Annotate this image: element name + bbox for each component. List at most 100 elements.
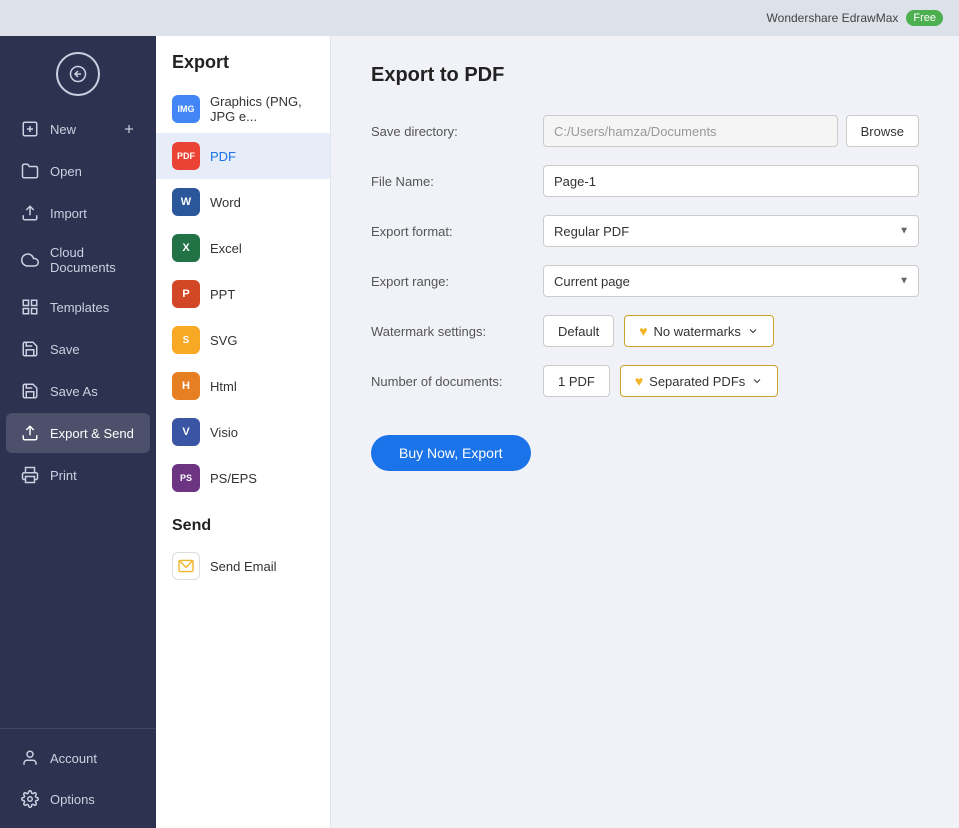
export-range-row: Export range: Current page All pages Sel…	[371, 265, 919, 297]
options-icon	[20, 789, 40, 809]
export-item-svg[interactable]: S SVG	[156, 317, 330, 363]
export-format-wrapper: Regular PDF PDF/A PDF/X	[543, 215, 919, 247]
export-format-select[interactable]: Regular PDF PDF/A PDF/X	[543, 215, 919, 247]
save-directory-input[interactable]	[543, 115, 838, 147]
export-item-html[interactable]: H Html	[156, 363, 330, 409]
pseps-icon: PS	[172, 464, 200, 492]
sidebar-item-save[interactable]: Save	[6, 329, 150, 369]
save-icon	[20, 339, 40, 359]
sidebar-item-templates[interactable]: Templates	[6, 287, 150, 327]
export-item-svg-label: SVG	[210, 333, 237, 348]
export-item-sendemail[interactable]: Send Email	[156, 543, 330, 589]
new-plus-icon	[122, 122, 136, 136]
visio-icon: V	[172, 418, 200, 446]
sidebar-item-options[interactable]: Options	[6, 779, 150, 819]
sidebar-bottom: Account Options	[0, 728, 156, 828]
export-range-select[interactable]: Current page All pages Selected pages	[543, 265, 919, 297]
sidebar-item-label-account: Account	[50, 751, 97, 766]
export-item-pseps[interactable]: PS PS/EPS	[156, 455, 330, 501]
export-item-ppt[interactable]: P PPT	[156, 271, 330, 317]
templates-icon	[20, 297, 40, 317]
sidebar-item-label-new: New	[50, 122, 76, 137]
sidebar-item-saveas[interactable]: Save As	[6, 371, 150, 411]
sidebar-item-export[interactable]: Export & Send	[6, 413, 150, 453]
app-title: Wondershare EdrawMax	[767, 11, 899, 25]
export-item-pdf[interactable]: PDF PDF	[156, 133, 330, 179]
crown-separated-icon: ♥	[635, 373, 643, 389]
export-format-row: Export format: Regular PDF PDF/A PDF/X	[371, 215, 919, 247]
import-icon	[20, 203, 40, 223]
watermark-default-button[interactable]: Default	[543, 315, 614, 347]
export-item-graphics-label: Graphics (PNG, JPG e...	[210, 94, 314, 124]
export-icon	[20, 423, 40, 443]
documents-separated-button[interactable]: ♥ Separated PDFs	[620, 365, 778, 397]
buy-now-button[interactable]: Buy Now, Export	[371, 435, 531, 471]
crown-icon: ♥	[639, 323, 647, 339]
watermark-no-button[interactable]: ♥ No watermarks	[624, 315, 774, 347]
open-icon	[20, 161, 40, 181]
documents-one-button[interactable]: 1 PDF	[543, 365, 610, 397]
sidebar-items: New Open	[0, 104, 156, 728]
export-panel-title: Export to PDF	[371, 64, 919, 87]
sidebar-item-cloud[interactable]: Cloud Documents	[6, 235, 150, 285]
account-icon	[20, 748, 40, 768]
watermark-row: Watermark settings: Default ♥ No waterma…	[371, 315, 919, 347]
file-name-input[interactable]	[543, 165, 919, 197]
html-icon: H	[172, 372, 200, 400]
sidebar-item-new[interactable]: New	[6, 109, 150, 149]
saveas-icon	[20, 381, 40, 401]
export-item-word-label: Word	[210, 195, 241, 210]
file-name-control	[543, 165, 919, 197]
export-item-pdf-label: PDF	[210, 149, 236, 164]
back-button[interactable]	[56, 52, 100, 96]
sidebar-item-label-save: Save	[50, 342, 80, 357]
word-icon: W	[172, 188, 200, 216]
export-range-control: Current page All pages Selected pages	[543, 265, 919, 297]
excel-icon: X	[172, 234, 200, 262]
sidebar-item-label-cloud: Cloud Documents	[50, 245, 136, 275]
file-name-row: File Name:	[371, 165, 919, 197]
browse-button[interactable]: Browse	[846, 115, 919, 147]
export-menu-title: Export	[156, 52, 330, 85]
export-item-pseps-label: PS/EPS	[210, 471, 257, 486]
export-item-html-label: Html	[210, 379, 237, 394]
top-bar: Wondershare EdrawMax Free	[0, 0, 959, 36]
documents-separated-label: Separated PDFs	[649, 374, 745, 389]
export-format-control: Regular PDF PDF/A PDF/X	[543, 215, 919, 247]
export-item-word[interactable]: W Word	[156, 179, 330, 225]
export-item-sendemail-label: Send Email	[210, 559, 276, 574]
sidebar-item-import[interactable]: Import	[6, 193, 150, 233]
documents-label: Number of documents:	[371, 374, 531, 389]
watermark-control: Default ♥ No watermarks	[543, 315, 919, 347]
watermark-no-label: No watermarks	[654, 324, 741, 339]
content-area: Export IMG Graphics (PNG, JPG e... PDF P…	[156, 36, 959, 828]
sidebar-item-label-export: Export & Send	[50, 426, 134, 441]
export-format-label: Export format:	[371, 224, 531, 239]
export-item-excel[interactable]: X Excel	[156, 225, 330, 271]
export-item-ppt-label: PPT	[210, 287, 235, 302]
sidebar-item-label-print: Print	[50, 468, 77, 483]
sidebar-item-account[interactable]: Account	[6, 738, 150, 778]
watermark-label: Watermark settings:	[371, 324, 531, 339]
sidebar-item-label-options: Options	[50, 792, 95, 807]
sidebar-item-label-import: Import	[50, 206, 87, 221]
export-range-label: Export range:	[371, 274, 531, 289]
watermark-dropdown-icon	[747, 325, 759, 337]
documents-row: Number of documents: 1 PDF ♥ Separated P…	[371, 365, 919, 397]
save-directory-control: Browse	[543, 115, 919, 147]
send-section-title: Send	[156, 501, 330, 543]
buy-now-section: Buy Now, Export	[371, 415, 919, 471]
export-item-visio[interactable]: V Visio	[156, 409, 330, 455]
save-directory-row: Save directory: Browse	[371, 115, 919, 147]
sidebar-item-open[interactable]: Open	[6, 151, 150, 191]
sidebar-item-label-saveas: Save As	[50, 384, 98, 399]
documents-control: 1 PDF ♥ Separated PDFs	[543, 365, 919, 397]
file-name-label: File Name:	[371, 174, 531, 189]
export-item-graphics[interactable]: IMG Graphics (PNG, JPG e...	[156, 85, 330, 133]
export-item-excel-label: Excel	[210, 241, 242, 256]
export-item-visio-label: Visio	[210, 425, 238, 440]
new-icon	[20, 119, 40, 139]
sidebar-item-print[interactable]: Print	[6, 455, 150, 495]
email-icon	[172, 552, 200, 580]
export-menu: Export IMG Graphics (PNG, JPG e... PDF P…	[156, 36, 331, 828]
